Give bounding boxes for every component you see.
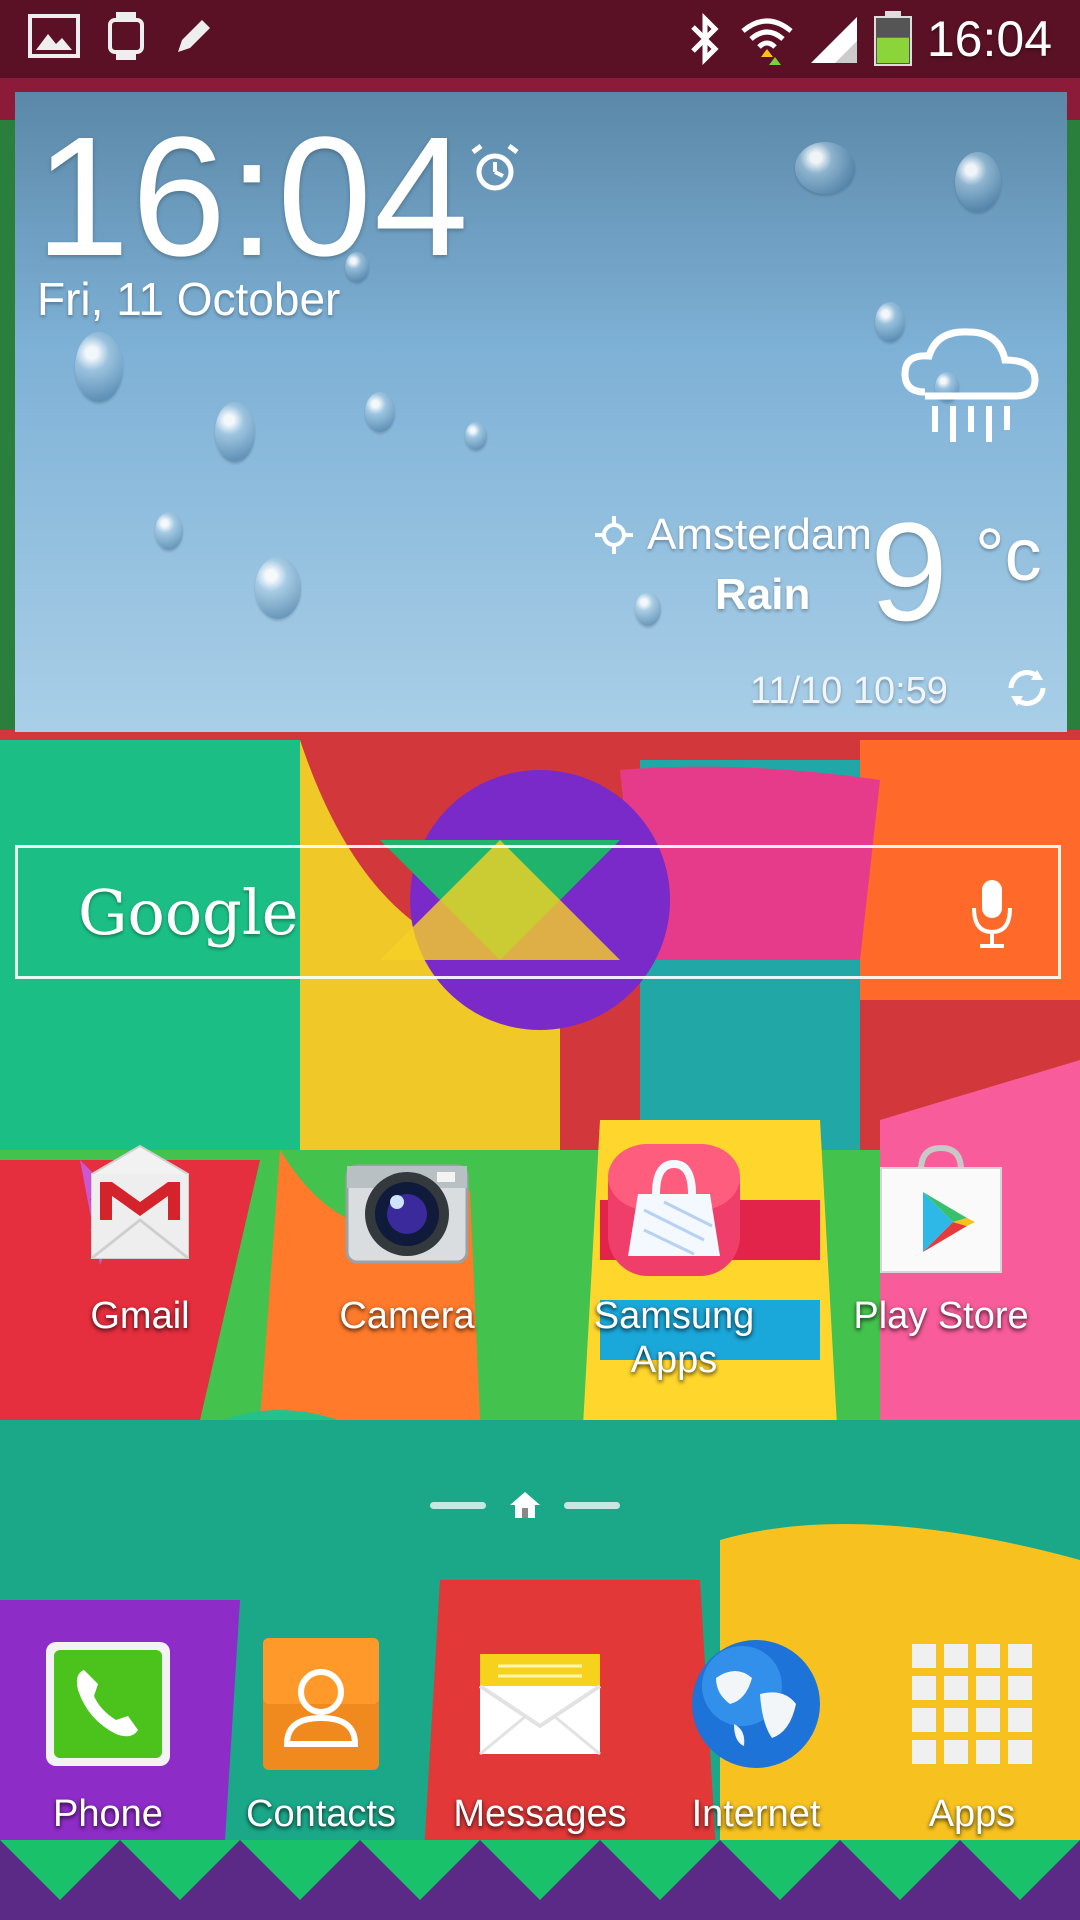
signal-icon [810, 17, 857, 63]
app-label: Messages [453, 1793, 627, 1835]
bluetooth-icon [691, 13, 719, 65]
widget-date: Fri, 11 October [37, 273, 341, 325]
status-time: 16:04 [926, 11, 1052, 67]
internet-icon [686, 1634, 826, 1774]
mic-icon[interactable] [970, 878, 1014, 950]
grid-square [912, 1644, 936, 1668]
grid-square [976, 1740, 1000, 1764]
alarm-icon [471, 144, 519, 191]
wifi-icon [741, 18, 793, 65]
app-samsung-apps[interactable]: Samsung Apps [554, 1140, 794, 1382]
grid-square [912, 1740, 936, 1764]
contacts-icon [251, 1634, 391, 1774]
app-label: Apps [928, 1793, 1016, 1835]
grid-square [944, 1644, 968, 1668]
dock-internet[interactable]: Internet [636, 1634, 876, 1836]
camera-icon [337, 1140, 477, 1280]
app-play-store[interactable]: Play Store [821, 1140, 1061, 1338]
apps-grid-icon [902, 1634, 1042, 1774]
app-label: Gmail [90, 1295, 190, 1337]
location-icon [595, 516, 633, 554]
weather-condition: Rain [715, 570, 811, 619]
page-dot[interactable] [430, 1501, 486, 1509]
app-label: Contacts [246, 1793, 396, 1835]
phone-icon [38, 1634, 178, 1774]
city-name: Amsterdam [647, 510, 872, 559]
app-camera[interactable]: Camera [287, 1140, 527, 1338]
home-icon[interactable] [508, 1490, 542, 1520]
grid-square [976, 1708, 1000, 1732]
update-time: 11/10 10:59 [750, 670, 948, 712]
rain-cloud-icon [901, 328, 1039, 442]
app-label: Camera [339, 1295, 475, 1337]
app-label: Play Store [853, 1295, 1029, 1337]
grid-square [1008, 1708, 1032, 1732]
grid-square [1008, 1644, 1032, 1668]
play-store-icon [871, 1140, 1011, 1280]
battery-icon [873, 11, 912, 66]
grid-square [1008, 1676, 1032, 1700]
grid-square [912, 1708, 936, 1732]
grid-square [944, 1676, 968, 1700]
pencil-icon [178, 20, 210, 52]
widget-location[interactable]: Amsterdam [595, 510, 872, 560]
status-bar: 16:04 [0, 0, 1080, 78]
dock-contacts[interactable]: Contacts [201, 1634, 441, 1836]
dock-apps[interactable]: Apps [852, 1634, 1080, 1836]
google-logo: Google [78, 876, 299, 949]
page-indicator[interactable] [430, 1490, 620, 1520]
grid-square [944, 1740, 968, 1764]
grid-square [976, 1676, 1000, 1700]
refresh-icon[interactable] [1003, 664, 1051, 712]
watch-icon [108, 12, 144, 60]
dock-messages[interactable]: Messages [420, 1634, 660, 1836]
app-label: Phone [53, 1793, 163, 1835]
grid-square [1008, 1740, 1032, 1764]
gallery-icon [28, 14, 80, 58]
grid-square [912, 1676, 936, 1700]
page-dot[interactable] [564, 1501, 620, 1509]
temperature: 9 [870, 493, 948, 650]
app-label: Samsung Apps [593, 1295, 755, 1381]
weather-widget[interactable]: 16:04 Fri, 11 October Amsterdam Rain 9 °… [15, 92, 1067, 732]
grid-square [944, 1708, 968, 1732]
messages-icon [470, 1634, 610, 1774]
temperature-unit: °c [975, 513, 1042, 596]
widget-clock: 16:04 [35, 102, 471, 292]
dock-phone[interactable]: Phone [0, 1634, 228, 1836]
gmail-icon [70, 1140, 210, 1280]
grid-square [976, 1644, 1000, 1668]
app-label: Internet [691, 1793, 821, 1835]
app-gmail[interactable]: Gmail [20, 1140, 260, 1338]
samsung-apps-icon [604, 1140, 744, 1280]
google-search-bar[interactable]: Google [15, 845, 1061, 979]
